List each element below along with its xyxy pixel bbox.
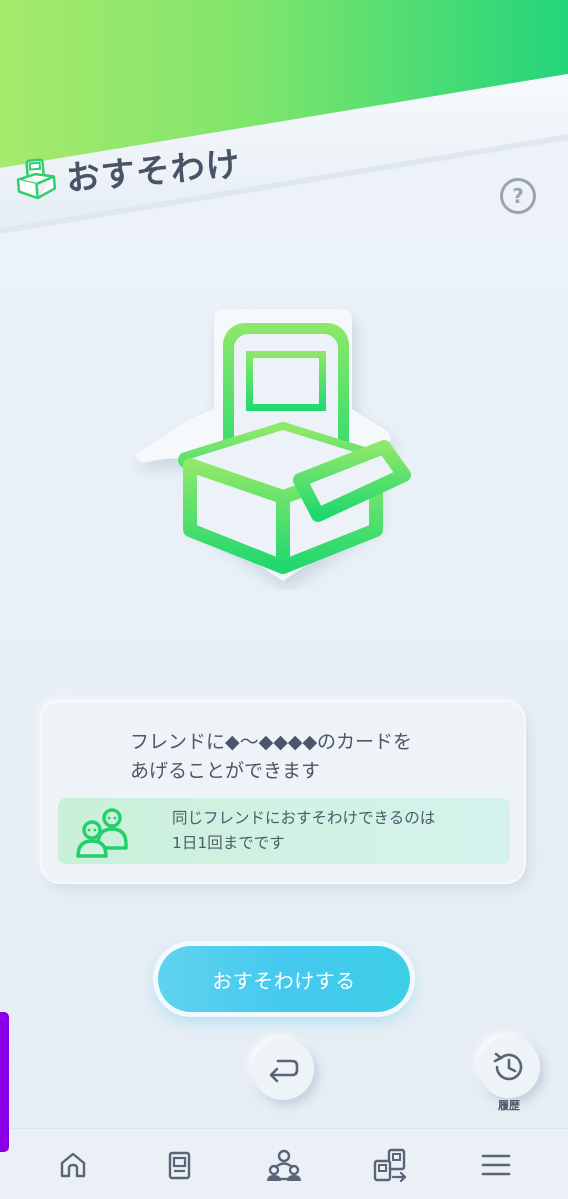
social-icon — [267, 1149, 301, 1181]
share-button-label: おすそわけする — [212, 968, 356, 993]
box-with-card-icon — [134, 309, 411, 581]
nav-home[interactable] — [51, 1143, 95, 1187]
notice-line-2: 1日1回までです — [172, 834, 285, 852]
history-button[interactable] — [478, 1036, 540, 1098]
back-button[interactable] — [252, 1038, 314, 1100]
info-card: フレンドに◆〜◆◆◆◆のカードを あげることができます 同じフレンドにおすそわけ… — [42, 702, 524, 882]
share-button[interactable]: おすそわけする — [158, 946, 410, 1012]
history-label: 履歴 — [498, 1099, 520, 1112]
description-line-2: あげることができます — [130, 760, 321, 782]
notice-text: 同じフレンドにおすそわけできるのは 1日1回までです — [172, 806, 435, 856]
menu-icon — [481, 1154, 511, 1176]
limit-notice: 同じフレンドにおすそわけできるのは 1日1回までです — [58, 798, 510, 864]
page-title: おすそわけ — [64, 143, 243, 199]
card-binder-icon — [168, 1151, 191, 1180]
help-icon: ? — [512, 184, 524, 208]
nav-trade[interactable] — [368, 1143, 412, 1187]
nav-social[interactable] — [262, 1143, 306, 1187]
share-description: フレンドに◆〜◆◆◆◆のカードを あげることができます — [130, 728, 490, 786]
friends-icon — [76, 808, 128, 858]
description-line-1: フレンドに◆〜◆◆◆◆のカードを — [130, 731, 413, 753]
nav-binder[interactable] — [157, 1143, 201, 1187]
history-clock-icon — [493, 1052, 523, 1081]
share-screen: おすそわけ ? フレンドに◆〜◆◆◆◆のカードを あげることができます 同じフレ… — [0, 0, 568, 1199]
nav-menu[interactable] — [474, 1143, 518, 1187]
share-box-icon — [16, 158, 57, 200]
home-icon — [60, 1152, 86, 1178]
help-button[interactable]: ? — [500, 178, 536, 214]
card-trade-icon — [373, 1148, 407, 1183]
bottom-nav — [0, 1128, 568, 1199]
return-arrow-icon — [269, 1059, 299, 1083]
notice-line-1: 同じフレンドにおすそわけできるのは — [172, 809, 436, 827]
header-background — [0, 0, 568, 234]
scroll-edge-indicator — [0, 1012, 9, 1152]
